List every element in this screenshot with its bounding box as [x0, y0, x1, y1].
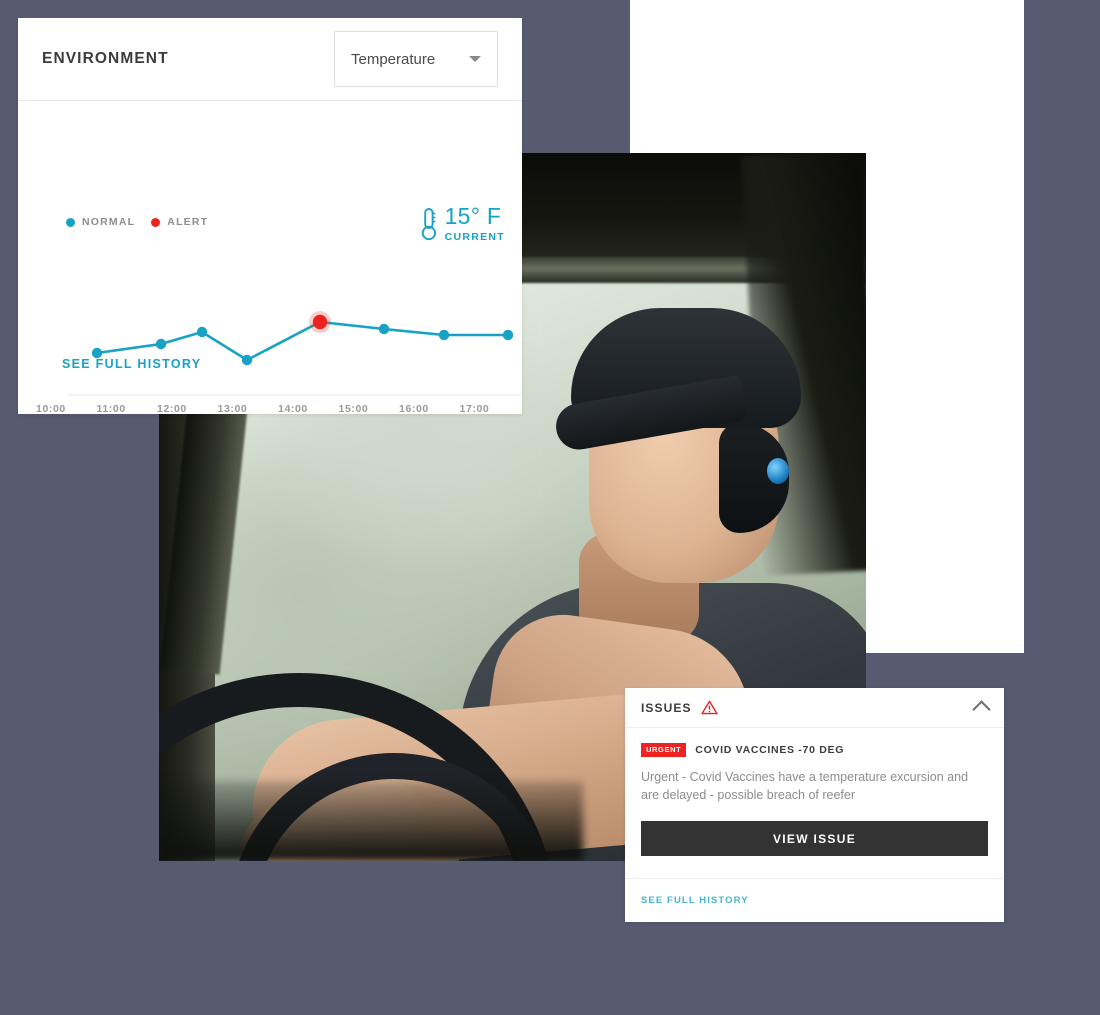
- x-axis-tick: 10:00: [36, 403, 66, 415]
- environment-card-header: ENVIRONMENT Temperature: [18, 18, 522, 101]
- see-full-history-link-issues[interactable]: SEE FULL HISTORY: [641, 895, 749, 906]
- x-axis-tick: 15:00: [338, 403, 369, 415]
- photo-dashboard: [159, 781, 584, 861]
- see-full-history-link-environment[interactable]: SEE FULL HISTORY: [62, 357, 201, 371]
- chart-point[interactable]: [502, 329, 514, 341]
- environment-card-body: NORMAL ALERT 15° F CURRENT 10:00 11:00 1…: [18, 101, 522, 415]
- x-axis-tick: 11:00: [96, 403, 126, 415]
- chart-point-alert[interactable]: [312, 314, 328, 330]
- x-axis-tick: 16:00: [399, 403, 429, 415]
- page-title: ENVIRONMENT: [42, 50, 169, 67]
- chevron-up-icon[interactable]: [972, 700, 991, 719]
- screen-root: ENVIRONMENT Temperature NORMAL ALERT 15°…: [0, 0, 1100, 1015]
- issues-card-header: ISSUES: [625, 688, 1004, 728]
- status-badge: URGENT: [641, 743, 687, 757]
- chart-point[interactable]: [241, 354, 253, 366]
- x-axis-tick: 17:00: [459, 403, 490, 415]
- issue-description: Urgent - Covid Vaccines have a temperatu…: [641, 769, 969, 803]
- chevron-down-icon: [469, 56, 481, 62]
- issue-heading: COVID VACCINES -70 DEG: [695, 743, 845, 756]
- metric-select-value: Temperature: [351, 50, 436, 68]
- warning-triangle-icon: [700, 700, 718, 715]
- issue-row: URGENT COVID VACCINES -70 DEG: [641, 743, 988, 757]
- issues-title: ISSUES: [641, 700, 692, 715]
- x-axis-tick: 13:00: [217, 403, 248, 415]
- x-axis-tick: 12:00: [157, 403, 187, 415]
- issues-card-footer: SEE FULL HISTORY: [625, 878, 1004, 922]
- chart-point[interactable]: [196, 326, 208, 338]
- background-slab-right: [1024, 0, 1100, 653]
- metric-select[interactable]: Temperature: [334, 31, 498, 87]
- photo-earbud: [767, 458, 789, 484]
- x-axis-tick: 14:00: [278, 403, 308, 415]
- chart-point[interactable]: [438, 329, 450, 341]
- chart-point[interactable]: [378, 323, 390, 335]
- issues-card: ISSUES URGENT COVID VACCINES -70 DEG Urg…: [625, 688, 1004, 922]
- chart-point[interactable]: [155, 338, 167, 350]
- view-issue-button[interactable]: VIEW ISSUE: [641, 821, 988, 856]
- issues-header-left: ISSUES: [641, 700, 718, 715]
- issues-card-body: URGENT COVID VACCINES -70 DEG Urgent - C…: [625, 728, 1004, 856]
- environment-card: ENVIRONMENT Temperature NORMAL ALERT 15°…: [18, 18, 522, 415]
